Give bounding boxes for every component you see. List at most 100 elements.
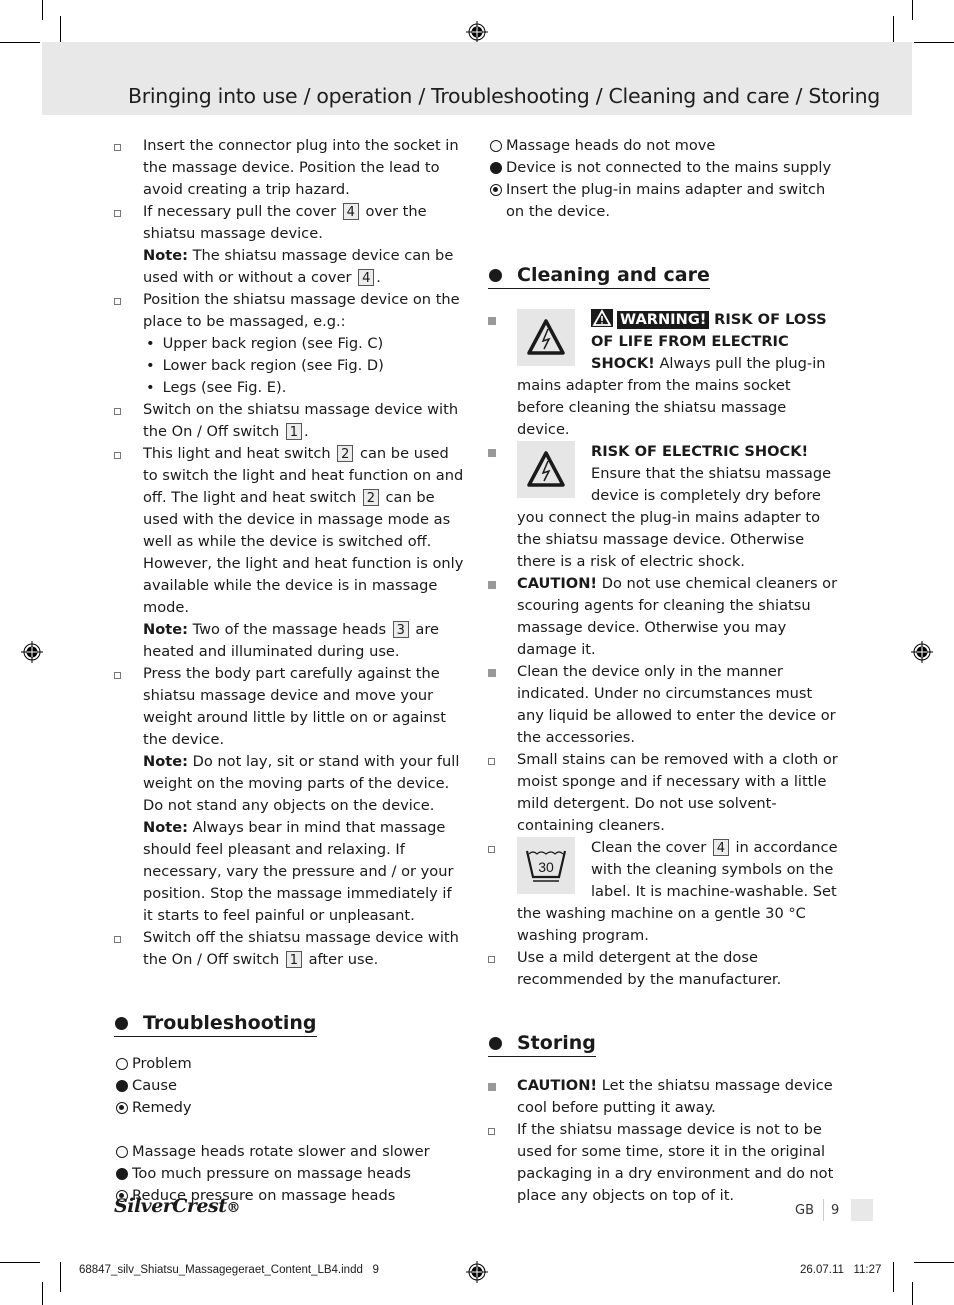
- print-slug-datetime: 26.07.11 11:27: [800, 1264, 882, 1276]
- instruction-item: Use a mild detergent at the dose recomme…: [488, 947, 840, 991]
- crop-mark: [893, 1262, 894, 1292]
- registration-mark-icon: [911, 641, 933, 663]
- section-dot-icon: [489, 269, 502, 282]
- cause-dot-icon: [490, 162, 502, 174]
- warning-triangle-icon: [591, 309, 613, 327]
- instruction-item: If the shiatsu massage device is not to …: [488, 1119, 840, 1207]
- section-heading-troubleshooting: Troubleshooting: [114, 1011, 317, 1037]
- troubleshooting-legend: Problem Cause Remedy: [114, 1053, 466, 1119]
- bullet-icon: [488, 449, 496, 457]
- bullet-icon: [488, 317, 496, 325]
- caution-item: CAUTION! Do not use chemical cleaners or…: [488, 573, 840, 661]
- part-reference: 4: [342, 203, 359, 220]
- instruction-item: Press the body part carefully against th…: [114, 663, 466, 927]
- crop-mark: [42, 1282, 43, 1305]
- bullet-icon: [488, 669, 496, 677]
- cause-line: Device is not connected to the mains sup…: [488, 157, 840, 179]
- instruction-item: 30 Clean the cover 4 in accordance with …: [488, 837, 840, 947]
- warning-badge: WARNING!: [617, 311, 710, 329]
- bullet-icon: [488, 758, 495, 765]
- caution-item: CAUTION! Let the shiatsu massage device …: [488, 1075, 840, 1119]
- instruction-item: Position the shiatsu massage device on t…: [114, 289, 466, 399]
- bullet-icon: [114, 452, 121, 459]
- bullet-icon: [114, 144, 121, 151]
- problem-line: Massage heads do not move: [488, 135, 840, 157]
- section-dot-icon: [115, 1017, 128, 1030]
- problem-circle-icon: [116, 1058, 128, 1070]
- part-reference: 3: [392, 621, 409, 638]
- part-reference: 2: [337, 445, 354, 462]
- bullet-icon: [488, 1083, 496, 1091]
- language-code: GB: [795, 1203, 814, 1218]
- crop-mark: [0, 42, 40, 43]
- sub-item: Upper back region (see Fig. C): [143, 333, 466, 355]
- bullet-icon: [114, 408, 121, 415]
- instruction-item: This light and heat switch 2 can be used…: [114, 443, 466, 663]
- instruction-item: Clean the device only in the manner indi…: [488, 661, 840, 749]
- bullet-icon: [114, 672, 121, 679]
- warning-item: WARNING! RISK OF LOSS OF LIFE FROM ELECT…: [488, 309, 840, 441]
- problem-circle-icon: [116, 1146, 128, 1158]
- bullet-icon: [488, 1128, 495, 1135]
- right-column: Massage heads do not move Device is not …: [488, 135, 840, 1207]
- footer-divider: [823, 1199, 824, 1221]
- crop-mark: [0, 1262, 40, 1263]
- print-slug-file: 68847_silv_Shiatsu_Massagegeraet_Content…: [79, 1264, 379, 1276]
- page-tab-marker: [851, 1199, 873, 1221]
- problem-circle-icon: [490, 140, 502, 152]
- crop-mark: [60, 1262, 61, 1292]
- bullet-icon: [114, 210, 121, 217]
- page-number: 9: [831, 1203, 840, 1218]
- part-reference: 4: [712, 839, 729, 856]
- note-label: Note:: [143, 753, 188, 770]
- brand-logo: SilverCrest®: [114, 1195, 240, 1217]
- cause-dot-icon: [116, 1080, 128, 1092]
- bullet-icon: [114, 936, 121, 943]
- electric-shock-warning-icon: [517, 309, 575, 366]
- bullet-icon: [114, 298, 121, 305]
- registration-mark-icon: [466, 1261, 488, 1283]
- note-label: Note:: [143, 819, 188, 836]
- instruction-item: Switch on the shiatsu massage device wit…: [114, 399, 466, 443]
- cause-dot-icon: [116, 1168, 128, 1180]
- wash-30-symbol-icon: 30: [517, 837, 575, 894]
- left-column: Insert the connector plug into the socke…: [114, 135, 466, 1207]
- registration-mark-icon: [466, 21, 488, 43]
- section-dot-icon: [489, 1037, 502, 1050]
- section-heading-storing: Storing: [488, 1031, 596, 1057]
- part-reference: 1: [285, 951, 302, 968]
- cause-line: Too much pressure on massage heads: [114, 1163, 466, 1185]
- remedy-line: Insert the plug-in mains adapter and swi…: [488, 179, 840, 223]
- crop-mark: [914, 42, 954, 43]
- remedy-target-icon: [490, 184, 502, 196]
- remedy-target-icon: [116, 1102, 128, 1114]
- bullet-icon: [488, 581, 496, 589]
- crop-mark: [912, 0, 913, 20]
- warning-item: RISK OF ELECTRIC SHOCK! Ensure that the …: [488, 441, 840, 573]
- instruction-item: If necessary pull the cover 4 over the s…: [114, 201, 466, 289]
- electric-shock-warning-icon: [517, 441, 575, 498]
- instruction-item: Small stains can be removed with a cloth…: [488, 749, 840, 837]
- crop-mark: [912, 1282, 913, 1305]
- legend-remedy: Remedy: [114, 1097, 466, 1119]
- bullet-icon: [488, 846, 495, 853]
- legend-cause: Cause: [114, 1075, 466, 1097]
- instruction-item: Insert the connector plug into the socke…: [114, 135, 466, 201]
- bullet-icon: [488, 956, 495, 963]
- sub-item: Lower back region (see Fig. D): [143, 355, 466, 377]
- note-label: Note:: [143, 247, 188, 264]
- registration-mark-icon: [21, 641, 43, 663]
- manual-page: Bringing into use / operation / Troubles…: [0, 0, 954, 1305]
- part-reference: 1: [285, 423, 302, 440]
- troubleshooting-entry: Massage heads do not move Device is not …: [488, 135, 840, 223]
- page-title: Bringing into use / operation / Troubles…: [127, 84, 880, 108]
- note-label: Note:: [143, 621, 188, 638]
- crop-mark: [914, 1262, 954, 1263]
- part-reference: 2: [362, 489, 379, 506]
- problem-line: Massage heads rotate slower and slower: [114, 1141, 466, 1163]
- crop-mark: [42, 0, 43, 20]
- part-reference: 4: [358, 269, 375, 286]
- sub-item: Legs (see Fig. E).: [143, 377, 466, 399]
- instruction-item: Switch off the shiatsu massage device wi…: [114, 927, 466, 971]
- section-heading-cleaning: Cleaning and care: [488, 263, 710, 289]
